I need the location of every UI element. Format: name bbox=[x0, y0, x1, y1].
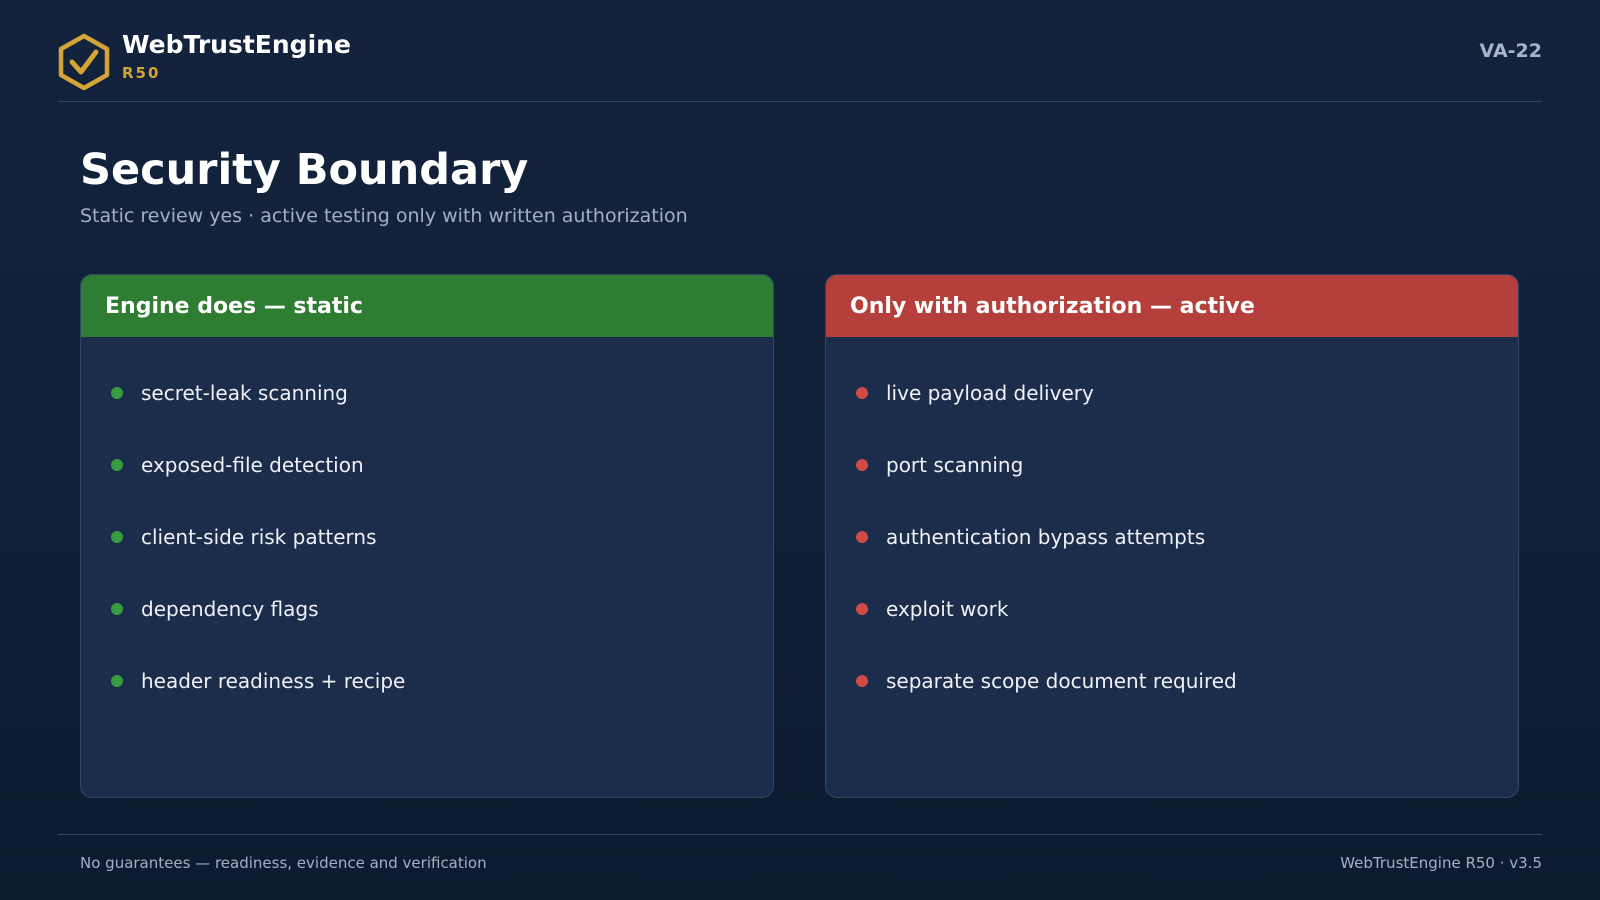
green-bullet-icon bbox=[111, 387, 123, 399]
list-item: separate scope document required bbox=[826, 645, 1518, 717]
footer-disclaimer: No guarantees — readiness, evidence and … bbox=[80, 854, 487, 872]
page-title: Security Boundary bbox=[80, 145, 529, 195]
list-item-label: exposed-file detection bbox=[141, 453, 364, 477]
static-capabilities-panel: Engine does — static secret-leak scannin… bbox=[80, 274, 774, 798]
list-item-label: separate scope document required bbox=[886, 669, 1237, 693]
red-bullet-icon bbox=[856, 603, 868, 615]
list-item: dependency flags bbox=[81, 573, 773, 645]
footer-version: WebTrustEngine R50 · v3.5 bbox=[1340, 854, 1542, 872]
list-item: secret-leak scanning bbox=[81, 357, 773, 429]
list-item-label: secret-leak scanning bbox=[141, 381, 348, 405]
green-bullet-icon bbox=[111, 675, 123, 687]
list-item: exposed-file detection bbox=[81, 429, 773, 501]
red-bullet-icon bbox=[856, 459, 868, 471]
static-panel-title: Engine does — static bbox=[81, 275, 773, 337]
red-bullet-icon bbox=[856, 531, 868, 543]
list-item: live payload delivery bbox=[826, 357, 1518, 429]
list-item-label: authentication bypass attempts bbox=[886, 525, 1206, 549]
static-capabilities-list: secret-leak scanning exposed-file detect… bbox=[81, 337, 773, 717]
list-item-label: exploit work bbox=[886, 597, 1009, 621]
active-testing-list: live payload delivery port scanning auth… bbox=[826, 337, 1518, 717]
list-item-label: port scanning bbox=[886, 453, 1024, 477]
list-item-label: dependency flags bbox=[141, 597, 319, 621]
brand-name: WebTrustEngine bbox=[122, 30, 351, 59]
list-item: client-side risk patterns bbox=[81, 501, 773, 573]
shield-check-icon bbox=[58, 33, 110, 91]
list-item: header readiness + recipe bbox=[81, 645, 773, 717]
list-item: port scanning bbox=[826, 429, 1518, 501]
active-testing-panel: Only with authorization — active live pa… bbox=[825, 274, 1519, 798]
active-panel-title: Only with authorization — active bbox=[826, 275, 1518, 337]
list-item-label: client-side risk patterns bbox=[141, 525, 377, 549]
list-item-label: header readiness + recipe bbox=[141, 669, 406, 693]
red-bullet-icon bbox=[856, 387, 868, 399]
green-bullet-icon bbox=[111, 459, 123, 471]
list-item: exploit work bbox=[826, 573, 1518, 645]
green-bullet-icon bbox=[111, 531, 123, 543]
list-item-label: live payload delivery bbox=[886, 381, 1094, 405]
green-bullet-icon bbox=[111, 603, 123, 615]
top-header: WebTrustEngine R50 VA-22 bbox=[58, 0, 1542, 102]
page-subtitle: Static review yes · active testing only … bbox=[80, 205, 688, 227]
page-footer: No guarantees — readiness, evidence and … bbox=[58, 834, 1542, 895]
brand-version: R50 bbox=[122, 64, 161, 82]
list-item: authentication bypass attempts bbox=[826, 501, 1518, 573]
document-id: VA-22 bbox=[1479, 40, 1542, 62]
red-bullet-icon bbox=[856, 675, 868, 687]
